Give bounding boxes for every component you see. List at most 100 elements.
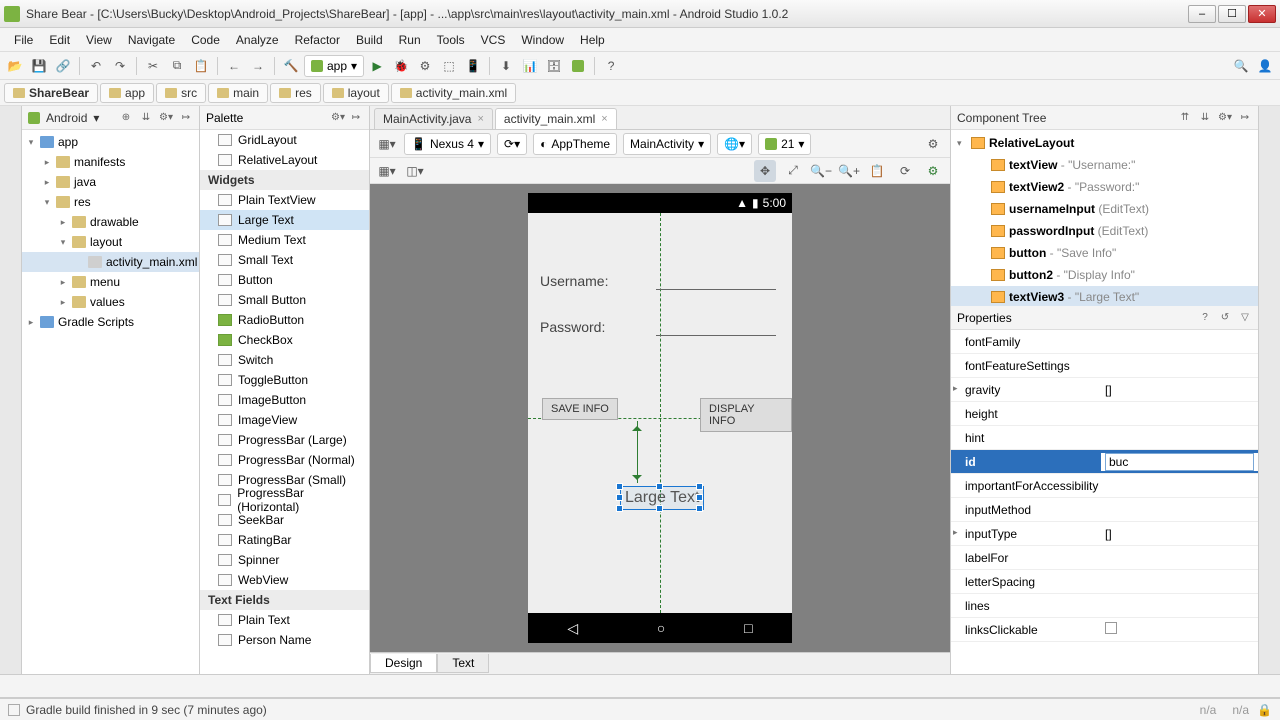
help-icon[interactable]: ? (600, 55, 622, 77)
collapse-all-icon[interactable]: ⇊ (139, 111, 153, 125)
run-config-dropdown[interactable]: app ▾ (304, 55, 364, 77)
menu-vcs[interactable]: VCS (473, 30, 514, 50)
editor-tab[interactable]: activity_main.xml× (495, 108, 617, 129)
properties-table[interactable]: fontFamilyfontFeatureSettings▸gravity[] h… (951, 330, 1258, 674)
component-tree-item[interactable]: ▾RelativeLayout (951, 132, 1258, 154)
redo-icon[interactable]: ↷ (109, 55, 131, 77)
ctree-hide-icon[interactable]: ↦ (1238, 111, 1252, 125)
save-info-button[interactable]: SAVE INFO (542, 398, 618, 420)
sdk-manager-icon[interactable]: ⬇ (495, 55, 517, 77)
activity-dropdown[interactable]: MainActivity▾ (623, 133, 711, 155)
open-icon[interactable]: 📂 (4, 55, 26, 77)
palette-item[interactable]: ProgressBar (Large) (200, 430, 369, 450)
theme-dropdown[interactable]: ◐AppTheme (533, 133, 617, 155)
property-row[interactable]: ▸gravity[] (951, 378, 1258, 402)
project-tree-item[interactable]: ▸menu (22, 272, 199, 292)
property-row[interactable]: importantForAccessibility (951, 474, 1258, 498)
search-icon[interactable]: 🔍 (1230, 55, 1252, 77)
settings-icon[interactable]: ⚙ (922, 160, 944, 182)
close-icon[interactable]: × (477, 113, 483, 125)
component-tree-item[interactable]: button - "Save Info" (951, 242, 1258, 264)
palette-item[interactable]: Spinner (200, 550, 369, 570)
right-gutter[interactable] (1258, 106, 1280, 674)
gear-icon[interactable]: ⚙▾ (159, 111, 173, 125)
palette-item[interactable]: Plain Text (200, 610, 369, 630)
property-row[interactable]: ▸inputType[] (951, 522, 1258, 546)
hide-icon[interactable]: ↦ (179, 111, 193, 125)
save-icon[interactable]: 💾 (28, 55, 50, 77)
menu-navigate[interactable]: Navigate (120, 30, 183, 50)
props-restore-icon[interactable]: ↺ (1218, 311, 1232, 325)
property-row[interactable]: id (951, 450, 1258, 474)
password-label[interactable]: Password: (540, 319, 605, 335)
property-row[interactable]: inputMethod (951, 498, 1258, 522)
palette-item[interactable]: WebView (200, 570, 369, 590)
paste-icon[interactable]: 📋 (190, 55, 212, 77)
component-tree-item[interactable]: textView - "Username:" (951, 154, 1258, 176)
show-constraints-icon[interactable]: ▦▾ (376, 160, 398, 182)
close-button[interactable]: ✕ (1248, 5, 1276, 23)
palette-item[interactable]: Switch (200, 350, 369, 370)
debug-icon[interactable]: 🐞 (390, 55, 412, 77)
project-tree-item[interactable]: ▸drawable (22, 212, 199, 232)
property-row[interactable]: fontFamily (951, 330, 1258, 354)
palette-item[interactable]: RadioButton (200, 310, 369, 330)
lock-icon[interactable]: 🔒 (1257, 703, 1272, 717)
zoom-fit-icon[interactable]: ⤢ (782, 160, 804, 182)
palette-item[interactable]: Large Text (200, 210, 369, 230)
menu-edit[interactable]: Edit (41, 30, 78, 50)
component-tree-item[interactable]: passwordInput (EditText) (951, 220, 1258, 242)
palette-item[interactable]: GridLayout (200, 130, 369, 150)
stop-icon[interactable]: ⬚ (438, 55, 460, 77)
palette-list[interactable]: GridLayoutRelativeLayoutWidgetsPlain Tex… (200, 130, 369, 674)
memory-icon[interactable]: 🗄 (543, 55, 565, 77)
layout-surface[interactable]: Username: Password: SAVE INFO DISPLAY IN… (528, 213, 792, 613)
breadcrumb[interactable]: ShareBear (4, 83, 98, 103)
design-canvas[interactable]: ▲ ▮ 5:00 Username: Password: SAVE INFO D… (370, 184, 950, 652)
breadcrumb[interactable]: main (208, 83, 268, 103)
zoom-mode-icon[interactable]: ◫▾ (404, 160, 426, 182)
property-row[interactable]: lines (951, 594, 1258, 618)
palette-item[interactable]: Plain TextView (200, 190, 369, 210)
menu-build[interactable]: Build (348, 30, 391, 50)
property-id-input[interactable] (1105, 453, 1254, 471)
palette-item[interactable]: Small Button (200, 290, 369, 310)
palette-gear-icon[interactable]: ⚙▾ (331, 111, 345, 125)
build-icon[interactable]: 🔨 (280, 55, 302, 77)
menu-refactor[interactable]: Refactor (287, 30, 348, 50)
attach-debugger-icon[interactable]: ⚙ (414, 55, 436, 77)
palette-item[interactable]: ToggleButton (200, 370, 369, 390)
menu-window[interactable]: Window (513, 30, 572, 50)
component-tree-item[interactable]: usernameInput (EditText) (951, 198, 1258, 220)
component-tree[interactable]: ▾RelativeLayout textView - "Username:" t… (951, 130, 1258, 306)
menu-analyze[interactable]: Analyze (228, 30, 287, 50)
menu-help[interactable]: Help (572, 30, 613, 50)
username-label[interactable]: Username: (540, 273, 608, 289)
palette-item[interactable]: RatingBar (200, 530, 369, 550)
palette-item[interactable]: ProgressBar (Normal) (200, 450, 369, 470)
breadcrumb[interactable]: activity_main.xml (391, 83, 516, 103)
palette-item[interactable]: Small Text (200, 250, 369, 270)
breadcrumb[interactable]: layout (323, 83, 389, 103)
forward-icon[interactable]: → (247, 55, 269, 77)
palette-item[interactable]: Person Name (200, 630, 369, 650)
pan-icon[interactable]: ✥ (754, 160, 776, 182)
property-row[interactable]: hint (951, 426, 1258, 450)
back-icon[interactable]: ← (223, 55, 245, 77)
breadcrumb[interactable]: res (270, 83, 321, 103)
breadcrumb[interactable]: src (156, 83, 206, 103)
project-tree-item[interactable]: activity_main.xml (22, 252, 199, 272)
property-row[interactable]: fontFeatureSettings (951, 354, 1258, 378)
api-dropdown[interactable]: 21▾ (758, 133, 811, 155)
capture-icon[interactable]: 📋 (866, 160, 888, 182)
component-tree-item[interactable]: textView2 - "Password:" (951, 176, 1258, 198)
palette-item[interactable]: CheckBox (200, 330, 369, 350)
palette-item[interactable]: Button (200, 270, 369, 290)
project-tree-item[interactable]: ▾app (22, 132, 199, 152)
property-row[interactable]: linksClickable (951, 618, 1258, 642)
orientation-dropdown[interactable]: ⟳▾ (497, 133, 527, 155)
project-tree[interactable]: ▾app▸manifests▸java▾res▸drawable▾layout … (22, 130, 199, 674)
undo-icon[interactable]: ↶ (85, 55, 107, 77)
menu-code[interactable]: Code (183, 30, 228, 50)
collapse-icon[interactable]: ⇊ (1198, 111, 1212, 125)
